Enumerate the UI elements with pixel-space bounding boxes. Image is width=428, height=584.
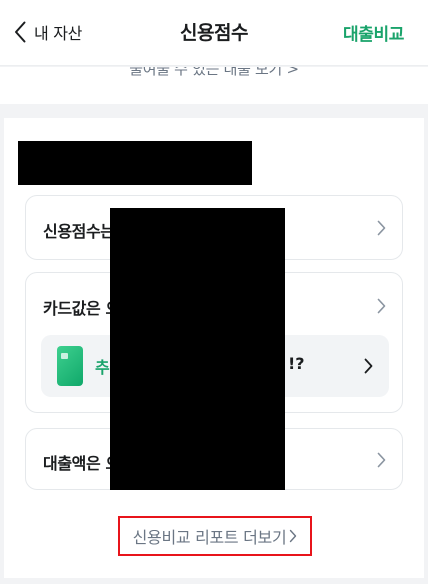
chevron-right-icon: [377, 220, 386, 236]
banner-text-tail: !?: [288, 354, 305, 373]
report-link-label: 신용비교 리포트 더보기: [132, 528, 287, 547]
loan-compare-button[interactable]: 대출비교: [343, 20, 404, 45]
chevron-right-icon: [364, 358, 373, 374]
credit-card-icon: [57, 346, 83, 386]
credit-summary-section: 신용점수는 카드값은 으 추 !? 대출액은 으 신용비교 리포트 더보기: [4, 118, 424, 578]
credit-score-card-label: 신용점수는: [43, 222, 115, 241]
redacted-block-heading: [18, 141, 252, 185]
credit-score-screen: 내 자산 신용점수 대출비교 줄여줄 수 있는 대출 보기 > 신용점수는 카드…: [0, 0, 428, 584]
loan-amount-card-label: 대출액은 으: [43, 454, 120, 473]
app-header: 내 자산 신용점수 대출비교: [0, 0, 428, 66]
reducible-loans-link[interactable]: 줄여줄 수 있는 대출 보기 >: [0, 67, 428, 79]
chevron-right-icon: [377, 452, 386, 468]
credit-report-more-link[interactable]: 신용비교 리포트 더보기: [118, 516, 312, 556]
chevron-right-icon: [377, 298, 386, 314]
banner-text: 추: [95, 358, 110, 377]
redacted-block-details: [110, 208, 285, 490]
chevron-right-icon: [286, 529, 297, 543]
card-payment-card-label: 카드값은 으: [43, 299, 120, 318]
partial-content-strip: 줄여줄 수 있는 대출 보기 >: [0, 67, 428, 104]
